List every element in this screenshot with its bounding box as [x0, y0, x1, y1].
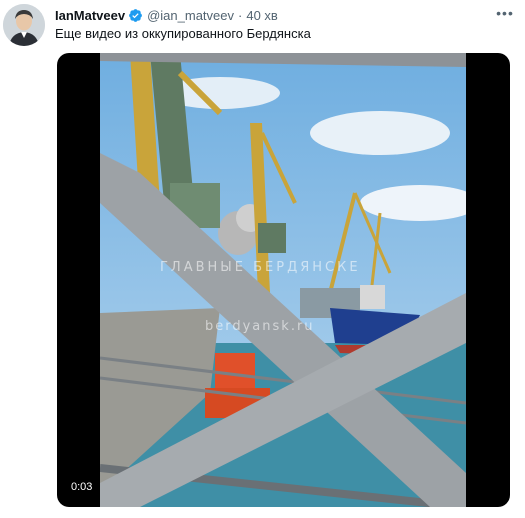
person-avatar-icon: [3, 4, 45, 46]
video-watermark-top: ГЛАВНЫЕ БЕРДЯНСКЕ: [160, 260, 361, 275]
video-watermark-bottom: berdyansk.ru: [205, 319, 315, 334]
tweet-header: IanMatveev @ian_matveev · 40 хв: [55, 6, 278, 24]
author-avatar[interactable]: [3, 4, 45, 46]
tweet-card[interactable]: IanMatveev @ian_matveev · 40 хв ••• Еще …: [0, 0, 525, 518]
author-name[interactable]: IanMatveev: [55, 8, 125, 23]
video-player[interactable]: ГЛАВНЫЕ БЕРДЯНСКЕ berdyansk.ru 0:03: [57, 53, 510, 507]
more-options-icon[interactable]: •••: [493, 4, 517, 22]
video-thumbnail: ГЛАВНЫЕ БЕРДЯНСКЕ berdyansk.ru: [100, 53, 466, 507]
author-handle[interactable]: @ian_matveev: [147, 8, 234, 23]
video-timestamp: 0:03: [66, 479, 98, 495]
tweet-text: Еще видео из оккупированного Бердянска: [55, 26, 311, 41]
separator-dot: ·: [238, 7, 243, 23]
verified-badge-icon: [128, 8, 143, 23]
tweet-timestamp[interactable]: 40 хв: [246, 8, 277, 23]
video-frame: ГЛАВНЫЕ БЕРДЯНСКЕ berdyansk.ru: [100, 53, 466, 507]
